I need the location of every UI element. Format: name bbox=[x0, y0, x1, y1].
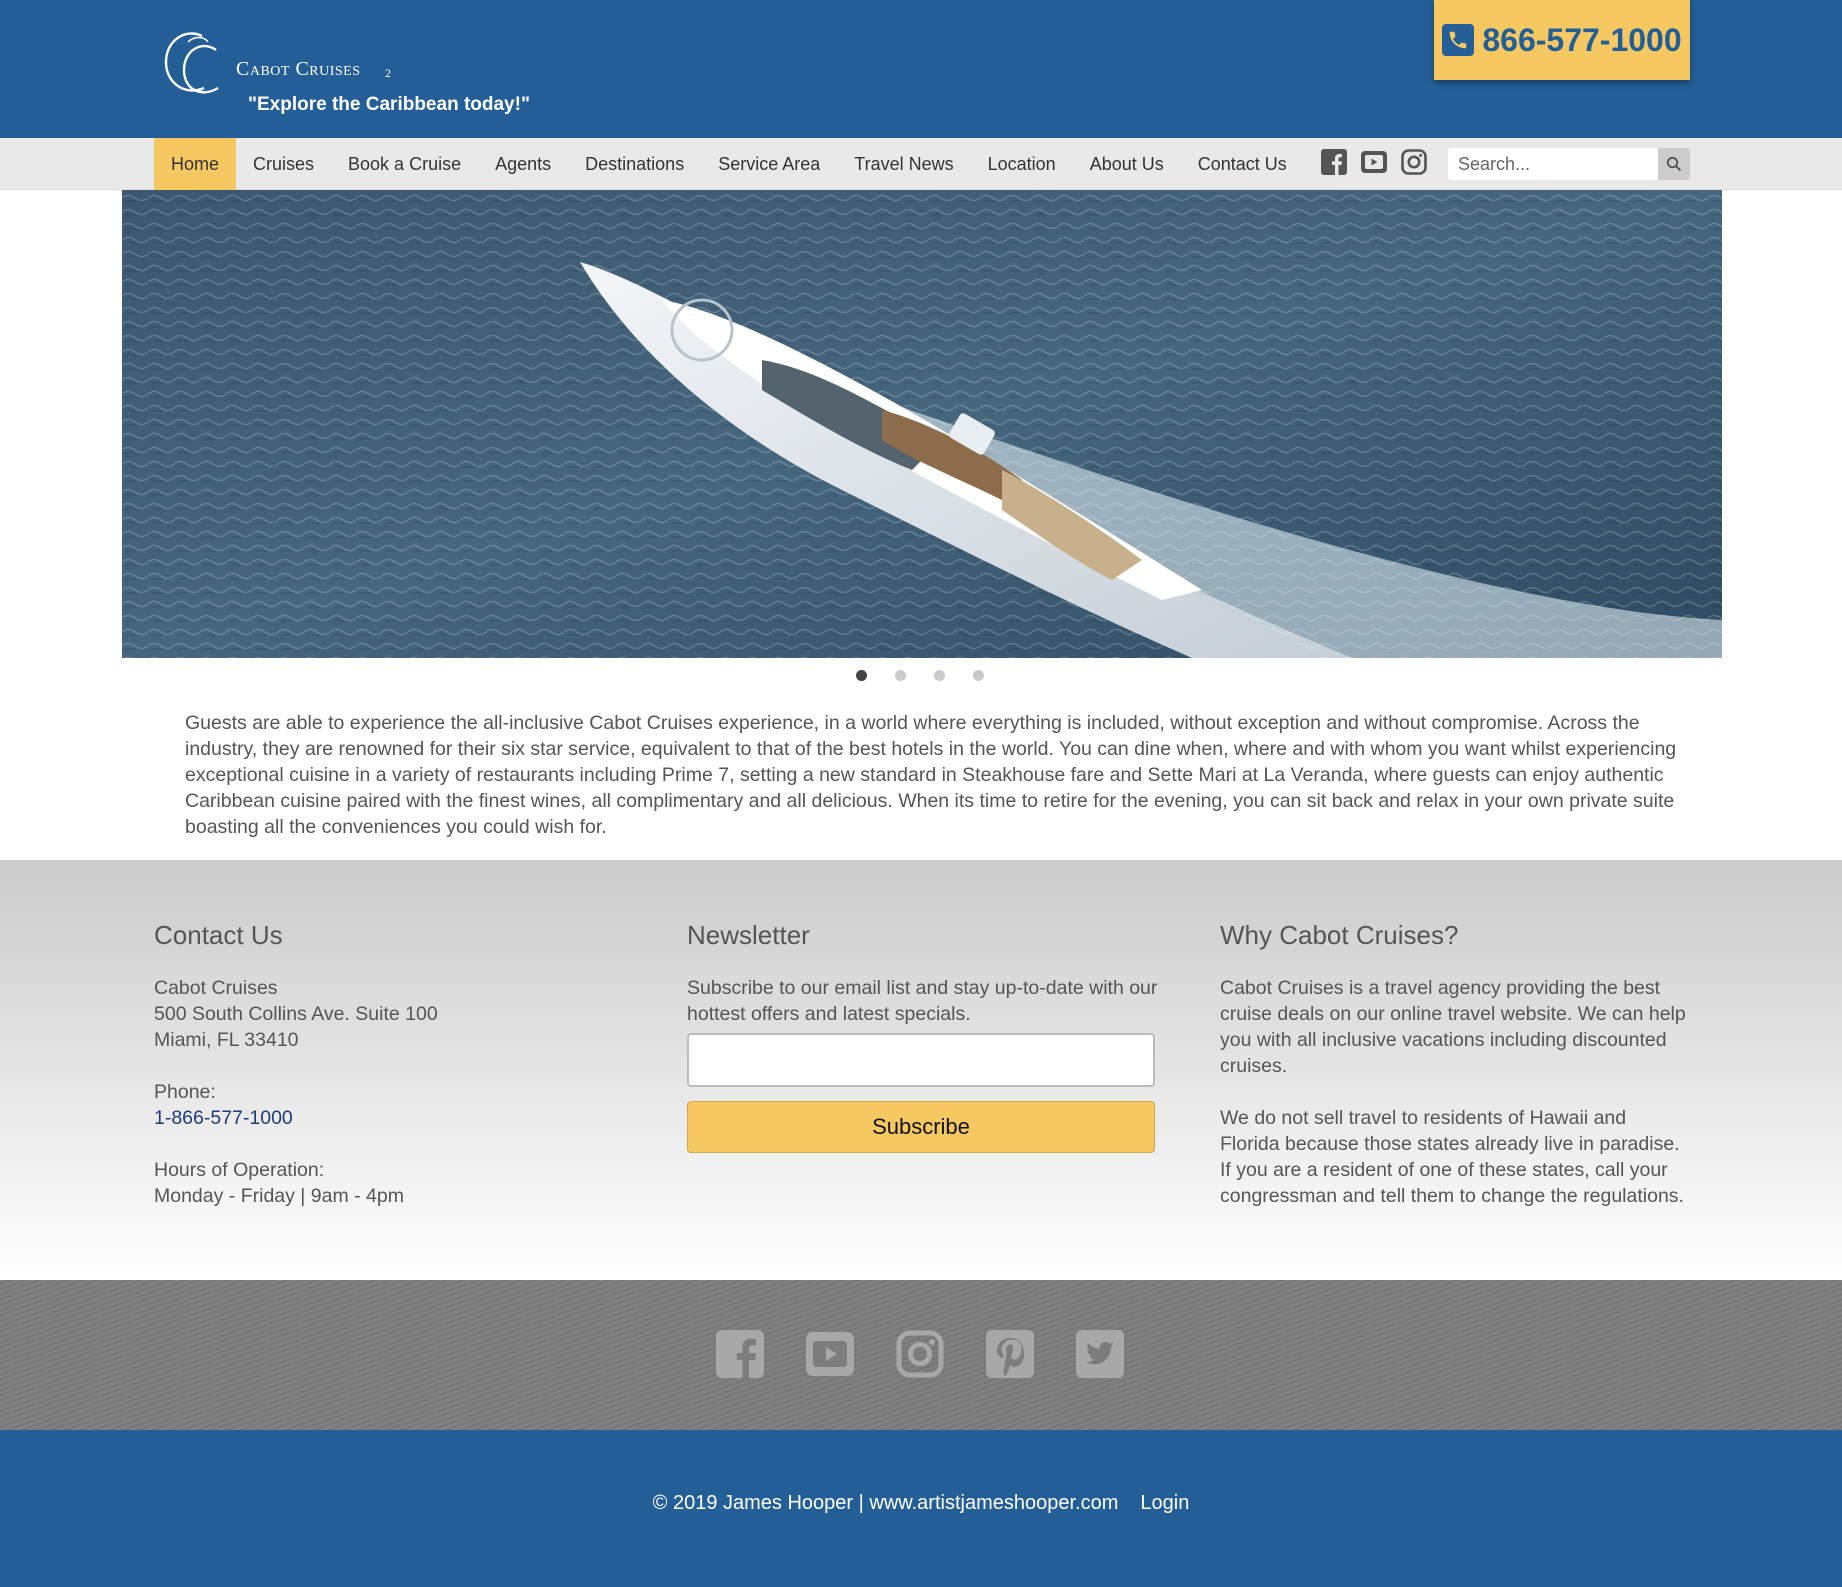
intro-paragraph: Guests are able to experience the all-in… bbox=[185, 712, 1677, 838]
hours-label: Hours of Operation: bbox=[154, 1159, 325, 1181]
nav-item-travel-news[interactable]: Travel News bbox=[837, 138, 970, 190]
copyright-text[interactable]: © 2019 James Hooper | www.artistjameshoo… bbox=[653, 1492, 1119, 1587]
carousel-dot-3[interactable] bbox=[934, 670, 945, 681]
newsletter-text: Subscribe to our email list and stay up-… bbox=[687, 977, 1158, 1025]
login-link[interactable]: Login bbox=[1140, 1492, 1189, 1587]
search-button[interactable] bbox=[1658, 148, 1690, 180]
phone-cta[interactable]: 866-577-1000 bbox=[1434, 0, 1690, 80]
nav-item-location[interactable]: Location bbox=[971, 138, 1073, 190]
newsletter-email-input[interactable] bbox=[687, 1033, 1155, 1087]
nav-item-home[interactable]: Home bbox=[154, 138, 237, 190]
newsletter-heading: Newsletter bbox=[687, 920, 810, 950]
brand-name[interactable]: Cabot Cruises bbox=[236, 58, 361, 81]
carousel-dot-1[interactable] bbox=[856, 670, 867, 681]
contact-phone-block: Phone: 1-866-577-1000 bbox=[154, 1079, 634, 1131]
address-line-1: 500 South Collins Ave. Suite 100 bbox=[154, 1003, 438, 1025]
phone-label: Phone: bbox=[154, 1081, 216, 1103]
newsletter-column: Newsletter Subscribe to our email list a… bbox=[687, 920, 1167, 1153]
facebook-icon[interactable] bbox=[1320, 148, 1348, 176]
search-input[interactable] bbox=[1448, 148, 1658, 180]
brand-superscript: 2 bbox=[385, 66, 391, 80]
carousel-dot-4[interactable] bbox=[973, 670, 984, 681]
carousel-pagination bbox=[856, 670, 984, 681]
phone-icon bbox=[1442, 24, 1475, 56]
nav-item-agents[interactable]: Agents bbox=[478, 138, 568, 190]
why-paragraph-2: We do not sell travel to residents of Ha… bbox=[1220, 1107, 1684, 1207]
instagram-icon[interactable] bbox=[1400, 148, 1428, 176]
instagram-icon[interactable] bbox=[896, 1330, 944, 1378]
why-heading: Why Cabot Cruises? bbox=[1220, 920, 1459, 950]
twitter-icon[interactable] bbox=[1076, 1330, 1124, 1378]
nav-social-links bbox=[1320, 148, 1428, 176]
pinterest-icon[interactable] bbox=[986, 1330, 1034, 1378]
cabot-logo-icon[interactable] bbox=[158, 26, 228, 102]
subscribe-button[interactable]: Subscribe bbox=[687, 1101, 1155, 1153]
contact-heading: Contact Us bbox=[154, 920, 283, 950]
nav-item-cruises[interactable]: Cruises bbox=[236, 138, 331, 190]
footer-widgets: Contact Us Cabot Cruises 500 South Colli… bbox=[0, 860, 1842, 1280]
nav-menu: Home Cruises Book a Cruise Agents Destin… bbox=[154, 138, 1304, 190]
phone-number: 866-577-1000 bbox=[1482, 21, 1682, 58]
youtube-icon[interactable] bbox=[806, 1330, 854, 1378]
search-box bbox=[1448, 148, 1690, 180]
nav-item-about-us[interactable]: About Us bbox=[1073, 138, 1181, 190]
contact-column: Contact Us Cabot Cruises 500 South Colli… bbox=[154, 920, 634, 1209]
nav-item-contact-us[interactable]: Contact Us bbox=[1181, 138, 1304, 190]
nav-item-destinations[interactable]: Destinations bbox=[568, 138, 701, 190]
why-column: Why Cabot Cruises? Cabot Cruises is a tr… bbox=[1220, 920, 1690, 1209]
nav-item-service-area[interactable]: Service Area bbox=[701, 138, 837, 190]
footer-social-links bbox=[716, 1330, 1124, 1378]
main-nav: Home Cruises Book a Cruise Agents Destin… bbox=[0, 138, 1842, 190]
yacht-hero-image bbox=[122, 190, 1722, 658]
contact-name: Cabot Cruises bbox=[154, 977, 278, 999]
site-header: Cabot Cruises 2 "Explore the Caribbean t… bbox=[0, 0, 1842, 138]
facebook-icon[interactable] bbox=[716, 1330, 764, 1378]
tagline: "Explore the Caribbean today!" bbox=[248, 94, 530, 115]
copyright-bar: © 2019 James Hooper | www.artistjameshoo… bbox=[0, 1430, 1842, 1587]
hours-value: Monday - Friday | 9am - 4pm bbox=[154, 1185, 404, 1207]
contact-address: Cabot Cruises 500 South Collins Ave. Sui… bbox=[154, 975, 634, 1053]
address-line-2: Miami, FL 33410 bbox=[154, 1029, 299, 1051]
phone-link[interactable]: 1-866-577-1000 bbox=[154, 1107, 293, 1129]
hero-carousel[interactable] bbox=[122, 190, 1722, 658]
youtube-icon[interactable] bbox=[1360, 148, 1388, 176]
hours-block: Hours of Operation: Monday - Friday | 9a… bbox=[154, 1157, 634, 1209]
why-paragraph-1: Cabot Cruises is a travel agency providi… bbox=[1220, 977, 1686, 1077]
nav-item-book-a-cruise[interactable]: Book a Cruise bbox=[331, 138, 478, 190]
carousel-dot-2[interactable] bbox=[895, 670, 906, 681]
search-icon bbox=[1666, 156, 1682, 172]
social-band bbox=[0, 1280, 1842, 1430]
